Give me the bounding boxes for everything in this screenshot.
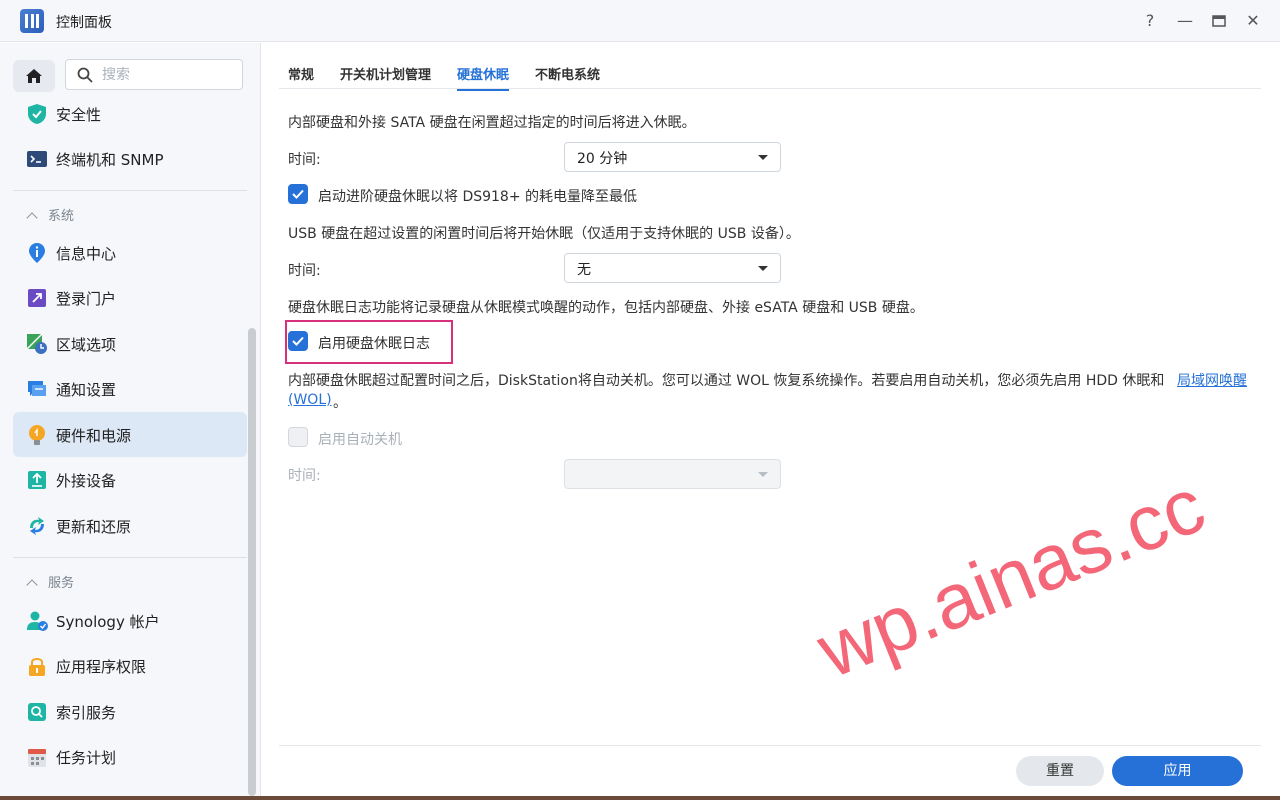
sidebar-item-app-permissions[interactable]: 应用程序权限 bbox=[13, 643, 247, 688]
wol-link[interactable]: 局域网唤醒 bbox=[1177, 370, 1247, 390]
sidebar-item-label: 硬件和电源 bbox=[56, 427, 132, 445]
sidebar-item-region-options[interactable]: 区域选项 bbox=[13, 321, 247, 366]
sidebar-item-label: Synology 帐户 bbox=[56, 613, 160, 631]
advanced-hibernation-checkbox[interactable] bbox=[288, 184, 308, 204]
shield-icon bbox=[28, 104, 46, 124]
auto-shutdown-description: 内部硬盘休眠超过配置时间之后，DiskStation将自动关机。您可以通过 WO… bbox=[288, 373, 1165, 389]
sidebar-item-label: 任务计划 bbox=[56, 749, 117, 767]
sidebar-item-label: 应用程序权限 bbox=[56, 658, 147, 676]
maximize-icon bbox=[1212, 15, 1226, 27]
internal-time-label: 时间: bbox=[288, 152, 321, 168]
dropdown-arrow-icon bbox=[758, 266, 768, 271]
auto-shutdown-description-end: 。 bbox=[333, 395, 347, 411]
sidebar-item-label: 通知设置 bbox=[56, 381, 117, 399]
tab-ups[interactable]: 不断电系统 bbox=[535, 64, 600, 83]
bulb-icon bbox=[29, 425, 45, 445]
search-box[interactable] bbox=[65, 59, 243, 90]
window-title: 控制面板 bbox=[56, 15, 112, 31]
maximize-button[interactable] bbox=[1208, 10, 1230, 32]
search-input[interactable] bbox=[102, 64, 232, 85]
home-button[interactable] bbox=[13, 60, 55, 92]
auto-shutdown-time-label: 时间: bbox=[288, 468, 321, 484]
internal-time-select[interactable]: 20 分钟 bbox=[564, 142, 781, 172]
sidebar-item-label: 外接设备 bbox=[56, 472, 117, 490]
sidebar-item-security[interactable]: 安全性 bbox=[13, 91, 247, 136]
desktop-edge bbox=[0, 796, 1280, 800]
select-value: 无 bbox=[577, 262, 591, 278]
external-device-icon bbox=[28, 471, 46, 489]
sidebar-item-label: 安全性 bbox=[56, 106, 102, 124]
sidebar-item-label: 区域选项 bbox=[56, 336, 117, 354]
sidebar-item-info-center[interactable]: 信息中心 bbox=[13, 230, 247, 275]
login-portal-icon bbox=[28, 289, 46, 307]
sidebar-item-index-service[interactable]: 索引服务 bbox=[13, 689, 247, 734]
calendar-icon bbox=[28, 749, 46, 767]
divider bbox=[13, 190, 247, 191]
sidebar: 安全性 终端机和 SNMP 系统 信息中心 登录门户 bbox=[0, 43, 261, 800]
checkmark-icon bbox=[292, 336, 304, 346]
tab-general[interactable]: 常规 bbox=[288, 64, 314, 83]
watermark: wp.ainas.cc bbox=[805, 460, 1217, 695]
apply-button[interactable]: 应用 bbox=[1112, 756, 1243, 786]
sidebar-item-hardware-power[interactable]: 硬件和电源 bbox=[13, 412, 247, 457]
sidebar-item-login-portal[interactable]: 登录门户 bbox=[13, 275, 247, 320]
enable-auto-shutdown-label: 启用自动关机 bbox=[318, 432, 402, 448]
sidebar-item-terminal-snmp[interactable]: 终端机和 SNMP bbox=[13, 136, 247, 181]
usb-time-select[interactable]: 无 bbox=[564, 253, 781, 283]
lock-icon bbox=[29, 658, 45, 676]
title-bar: 控制面板 ? — ✕ bbox=[0, 0, 1280, 42]
sidebar-scrollbar[interactable] bbox=[248, 328, 256, 796]
divider bbox=[13, 557, 247, 558]
minimize-button[interactable]: — bbox=[1174, 10, 1196, 32]
index-icon bbox=[28, 703, 46, 721]
notification-icon bbox=[28, 381, 46, 396]
enable-auto-shutdown-checkbox[interactable] bbox=[288, 427, 308, 447]
auto-shutdown-time-select[interactable] bbox=[564, 459, 781, 489]
sidebar-item-synology-account[interactable]: Synology 帐户 bbox=[13, 598, 247, 643]
tab-bar: 常规 开关机计划管理 硬盘休眠 不断电系统 bbox=[279, 55, 1261, 91]
control-panel-app-icon bbox=[20, 9, 44, 33]
dropdown-arrow-icon bbox=[758, 155, 768, 160]
usb-time-label: 时间: bbox=[288, 263, 321, 279]
info-icon bbox=[29, 243, 45, 263]
tab-power-schedule[interactable]: 开关机计划管理 bbox=[340, 64, 431, 83]
section-header-services[interactable]: 服务 bbox=[26, 572, 74, 591]
help-button[interactable]: ? bbox=[1139, 10, 1161, 32]
usb-description: USB 硬盘在超过设置的闲置时间后将开始休眠（仅适用于支持休眠的 USB 设备）… bbox=[288, 226, 800, 242]
close-button[interactable]: ✕ bbox=[1242, 10, 1264, 32]
search-icon bbox=[77, 67, 93, 83]
sidebar-item-task-scheduler[interactable]: 任务计划 bbox=[13, 734, 247, 779]
home-icon bbox=[26, 69, 42, 83]
terminal-icon bbox=[27, 151, 47, 167]
checkmark-icon bbox=[292, 189, 304, 199]
chevron-up-icon bbox=[26, 579, 38, 591]
wol-link-continued[interactable]: (WOL) bbox=[288, 392, 332, 408]
advanced-hibernation-label: 启动进阶硬盘休眠以将 DS918+ 的耗电量降至最低 bbox=[318, 189, 638, 205]
internal-disk-description: 内部硬盘和外接 SATA 硬盘在闲置超过指定的时间后将进入休眠。 bbox=[288, 115, 696, 131]
sidebar-item-update-restore[interactable]: 更新和还原 bbox=[13, 503, 247, 548]
account-icon bbox=[27, 611, 48, 631]
sidebar-item-notification[interactable]: 通知设置 bbox=[13, 366, 247, 411]
enable-hibernation-log-checkbox[interactable] bbox=[288, 331, 308, 351]
chevron-up-icon bbox=[26, 212, 38, 224]
update-icon bbox=[30, 517, 44, 535]
sidebar-item-external-devices[interactable]: 外接设备 bbox=[13, 457, 247, 502]
enable-hibernation-log-label: 启用硬盘休眠日志 bbox=[318, 336, 430, 352]
hibernation-log-description: 硬盘休眠日志功能将记录硬盘从休眠模式唤醒的动作，包括内部硬盘、外接 eSATA … bbox=[288, 300, 924, 316]
select-value: 20 分钟 bbox=[577, 151, 628, 167]
sidebar-item-label: 登录门户 bbox=[56, 290, 117, 308]
dropdown-arrow-icon bbox=[758, 472, 768, 477]
reset-button[interactable]: 重置 bbox=[1016, 756, 1104, 786]
sidebar-item-label: 信息中心 bbox=[56, 245, 117, 263]
tab-hdd-hibernation[interactable]: 硬盘休眠 bbox=[457, 64, 510, 91]
sidebar-item-label: 更新和还原 bbox=[56, 518, 132, 536]
section-header-system[interactable]: 系统 bbox=[26, 205, 74, 224]
region-icon bbox=[26, 333, 47, 354]
sidebar-item-label: 索引服务 bbox=[56, 704, 117, 722]
footer-divider bbox=[279, 745, 1261, 746]
sidebar-item-label: 终端机和 SNMP bbox=[56, 151, 164, 169]
